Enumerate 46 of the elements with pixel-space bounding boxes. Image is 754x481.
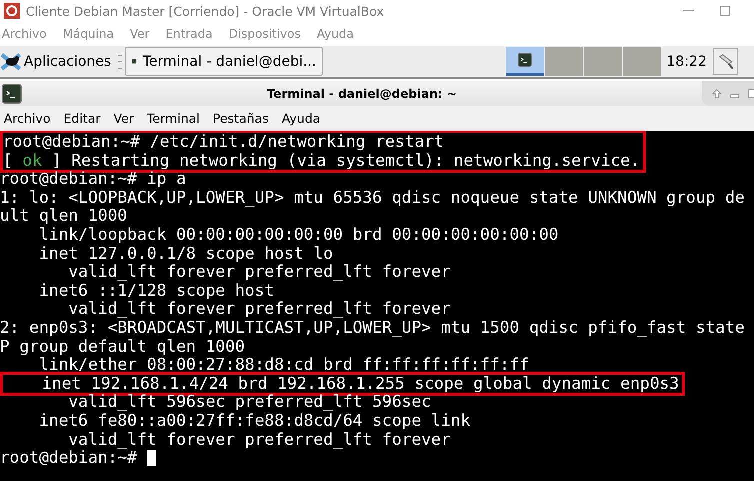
menu-item[interactable]: Archivo <box>2 27 55 41</box>
terminal-line: root@debian:~# ip a <box>0 170 186 189</box>
maximize-button[interactable] <box>748 88 754 98</box>
menu-item[interactable]: Ver <box>130 27 158 41</box>
applications-menu-button[interactable]: Aplicaciones <box>0 46 116 76</box>
terminal-line: link/ether 08:00:27:88:d8:cd brd ff:ff:ff:ff:ff:ff <box>39 356 530 375</box>
menu-item[interactable]: Ver <box>114 111 134 126</box>
minimize-button[interactable] <box>683 10 694 12</box>
menu-item[interactable]: Dispositivos <box>228 27 309 41</box>
terminal-line: root@debian:~# <box>0 449 138 468</box>
maximize-button[interactable] <box>720 6 730 16</box>
menu-item[interactable]: Editar <box>64 111 101 126</box>
taskbar-button[interactable]: Terminal - daniel@debi... <box>125 47 324 76</box>
terminal-line: 2: enp0s3: <BROADCAST,MULTICAST,UP,LOWER_UP> mtu 1500 qdisc pfifo_fast state <box>0 318 745 338</box>
workspace-button[interactable] <box>506 47 544 76</box>
terminal-line: inet6 fe80::a00:27ff:fe88:d8cd/64 scope link <box>38 412 471 430</box>
terminal-line: inet6 ::1/128 scope host <box>38 282 274 300</box>
terminal-icon <box>2 84 22 104</box>
network-button[interactable] <box>713 48 738 75</box>
clock: 18:22 <box>666 54 707 70</box>
panel-handle[interactable] <box>118 54 122 68</box>
terminal-line: link/loopback 00:00:00:00:00:00 brd 00:00:00:00:00:00 <box>38 226 559 245</box>
terminal-icon <box>518 53 532 67</box>
window-title: Cliente Debian Master [Corriendo] - Oracle VM VirtualBox <box>26 4 386 18</box>
terminal-line: 1: lo: <LOOPBACK,UP,LOWER_UP> mtu 65536 qdisc noqueue state UNKNOWN group de <box>0 188 745 208</box>
menu-item[interactable]: Ayuda <box>282 111 321 126</box>
app-logo-icon <box>4 3 20 19</box>
terminal-line: inet 192.168.1.4/24 brd 192.168.1.255 scope global dynamic enp0s3 <box>41 374 680 394</box>
terminal-line: P group default qlen 1000 <box>0 338 246 356</box>
menu-item[interactable]: Máquina <box>62 27 122 41</box>
terminal-line: root@debian:~# /etc/init.d/networking restart <box>3 133 444 152</box>
up-arrow-button[interactable] <box>712 88 722 98</box>
terminal-line: ult qlen 1000 <box>0 207 128 226</box>
terminal-line: valid_lft 596sec preferred_lft 596sec <box>68 393 432 412</box>
menu-item[interactable]: Terminal <box>147 111 200 126</box>
menu-item[interactable]: Entrada <box>166 27 221 41</box>
terminal-line: valid_lft forever preferred_lft forever <box>68 263 451 282</box>
menu-item[interactable]: Pestañas <box>213 111 269 126</box>
mouse-icon <box>0 52 22 72</box>
menu-item[interactable]: Ayuda <box>316 27 362 41</box>
terminal-title: Terminal - daniel@debian: ~ <box>266 86 458 100</box>
terminal-line: inet 127.0.0.1/8 scope host lo <box>38 244 334 264</box>
terminal-line: valid_lft forever preferred_lft forever <box>68 300 451 319</box>
terminal-line: [ ok ] Restarting networking (via systemctl): networking.service. <box>3 152 640 170</box>
menu-item[interactable]: Archivo <box>4 111 51 126</box>
terminal-line: valid_lft forever preferred_lft forever <box>68 430 451 450</box>
